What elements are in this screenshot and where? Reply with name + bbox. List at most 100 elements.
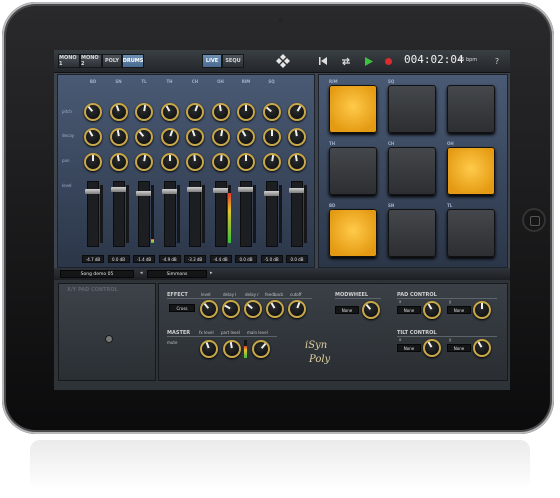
level-fader[interactable]: [289, 181, 305, 247]
pitch-knob[interactable]: [288, 103, 306, 121]
fader-handle[interactable]: [187, 187, 203, 192]
modwheel-target-select[interactable]: None: [335, 306, 359, 314]
help-button[interactable]: ?: [490, 54, 504, 68]
xy-pad[interactable]: X/Y PAD CONTROL: [58, 283, 156, 381]
decay-knob[interactable]: [211, 128, 230, 146]
tilt-control-y-select[interactable]: None: [447, 344, 471, 352]
master-part-level-knob[interactable]: [223, 340, 241, 358]
rewind-icon[interactable]: [316, 54, 330, 68]
pad-control-y-knob[interactable]: [473, 301, 491, 319]
master-main-level-knob[interactable]: [252, 340, 270, 358]
pan-knob[interactable]: [109, 153, 128, 171]
tilt-control-x-select[interactable]: None: [397, 344, 421, 352]
drum-pad[interactable]: [388, 147, 436, 195]
level-fader[interactable]: [110, 181, 127, 247]
next-kit-arrow-icon[interactable]: ▸: [210, 270, 213, 276]
effect-cutoff-knob[interactable]: [288, 300, 306, 318]
view-sequ-button[interactable]: SEQU: [222, 54, 244, 68]
fader-handle[interactable]: [161, 189, 178, 194]
channel-label: CH: [191, 79, 199, 84]
drum-pad[interactable]: [447, 147, 495, 195]
decay-knob[interactable]: [262, 128, 281, 146]
drum-pad[interactable]: [329, 209, 377, 257]
drum-pad[interactable]: [388, 85, 436, 133]
pitch-knob[interactable]: [84, 103, 102, 121]
prev-kit-arrow-icon[interactable]: ◂: [140, 270, 143, 276]
effect-feedback-label: feedback: [265, 292, 284, 297]
mode-poly-button[interactable]: POLY: [102, 54, 122, 68]
fader-handle[interactable]: [212, 188, 229, 193]
level-fader[interactable]: [187, 181, 203, 247]
level-fader[interactable]: [238, 181, 254, 247]
home-button[interactable]: [522, 208, 546, 232]
effect-delay-l-knob[interactable]: [222, 300, 240, 318]
app-screen: MONO 1 MONO 2 POLY DRUMS LIVE SEQU 004:0…: [54, 50, 510, 390]
tilt-control-x-knob[interactable]: [423, 339, 441, 357]
decay-knob[interactable]: [237, 128, 255, 146]
mode-mono2-button[interactable]: MONO 2: [80, 54, 102, 68]
pan-knob[interactable]: [84, 153, 102, 171]
play-icon[interactable]: [362, 54, 376, 68]
level-fader[interactable]: [212, 181, 229, 247]
pad-control-y-select[interactable]: None: [447, 306, 471, 314]
level-fader[interactable]: [161, 181, 178, 247]
pitch-knob[interactable]: [160, 103, 179, 121]
view-live-button[interactable]: LIVE: [202, 54, 222, 68]
pan-knob[interactable]: [186, 153, 204, 171]
fader-handle[interactable]: [136, 191, 152, 196]
master-mute-button[interactable]: mute: [167, 340, 177, 345]
decay-knob[interactable]: [84, 128, 102, 146]
mode-drums-button[interactable]: DRUMS: [122, 54, 144, 68]
pitch-knob[interactable]: [109, 103, 128, 121]
xy-pad-cursor[interactable]: [106, 336, 112, 342]
pan-knob[interactable]: [135, 153, 153, 171]
decay-knob[interactable]: [288, 128, 306, 146]
level-fader[interactable]: [85, 181, 101, 247]
decay-knob[interactable]: [160, 128, 179, 146]
decay-knob[interactable]: [109, 128, 128, 146]
level-fader[interactable]: [136, 181, 152, 247]
fader-handle[interactable]: [110, 187, 127, 192]
drum-pad[interactable]: [329, 85, 377, 133]
pad-label: RIM: [329, 79, 338, 84]
pitch-knob[interactable]: [237, 103, 255, 121]
drum-pad[interactable]: [447, 209, 495, 257]
tilt-control-y-knob[interactable]: [473, 339, 491, 357]
song-select[interactable]: Song demo 05: [60, 270, 134, 278]
effect-type-select[interactable]: Cross: [169, 304, 195, 312]
pan-knob[interactable]: [211, 153, 230, 171]
decay-knob[interactable]: [186, 128, 204, 146]
drum-pad[interactable]: [329, 147, 377, 195]
fader-handle[interactable]: [263, 191, 280, 196]
pad-control-x-select[interactable]: None: [397, 306, 421, 314]
modwheel-knob[interactable]: [362, 301, 380, 319]
pan-knob[interactable]: [288, 153, 306, 171]
mode-mono1-button[interactable]: MONO 1: [58, 54, 80, 68]
drum-pad[interactable]: [447, 85, 495, 133]
channel-label: RIM: [241, 79, 251, 84]
channel-db-readout: -4.7 dB: [82, 255, 104, 263]
pan-knob[interactable]: [262, 153, 281, 171]
drum-pad[interactable]: [388, 209, 436, 257]
pitch-knob[interactable]: [211, 103, 230, 121]
fader-handle[interactable]: [289, 188, 305, 193]
pad-control-x-knob[interactable]: [423, 301, 441, 319]
record-icon[interactable]: [381, 54, 395, 68]
level-fader[interactable]: [263, 181, 280, 247]
pitch-knob[interactable]: [186, 103, 204, 121]
kit-select[interactable]: Simmons: [147, 270, 207, 278]
pan-knob[interactable]: [237, 153, 255, 171]
pitch-knob[interactable]: [262, 103, 281, 121]
decay-knob[interactable]: [135, 128, 153, 146]
tempo-display[interactable]: 46 bpm: [458, 57, 477, 63]
fader-handle[interactable]: [85, 189, 101, 194]
effect-feedback-knob[interactable]: [266, 300, 284, 318]
effect-level-knob[interactable]: [200, 300, 218, 318]
fader-handle[interactable]: [238, 187, 254, 192]
effect-delay-r-knob[interactable]: [244, 300, 262, 318]
master-divider: [167, 336, 277, 337]
pitch-knob[interactable]: [135, 103, 153, 121]
master-fx-level-knob[interactable]: [200, 340, 218, 358]
pan-knob[interactable]: [160, 153, 179, 171]
loop-icon[interactable]: [339, 54, 353, 68]
